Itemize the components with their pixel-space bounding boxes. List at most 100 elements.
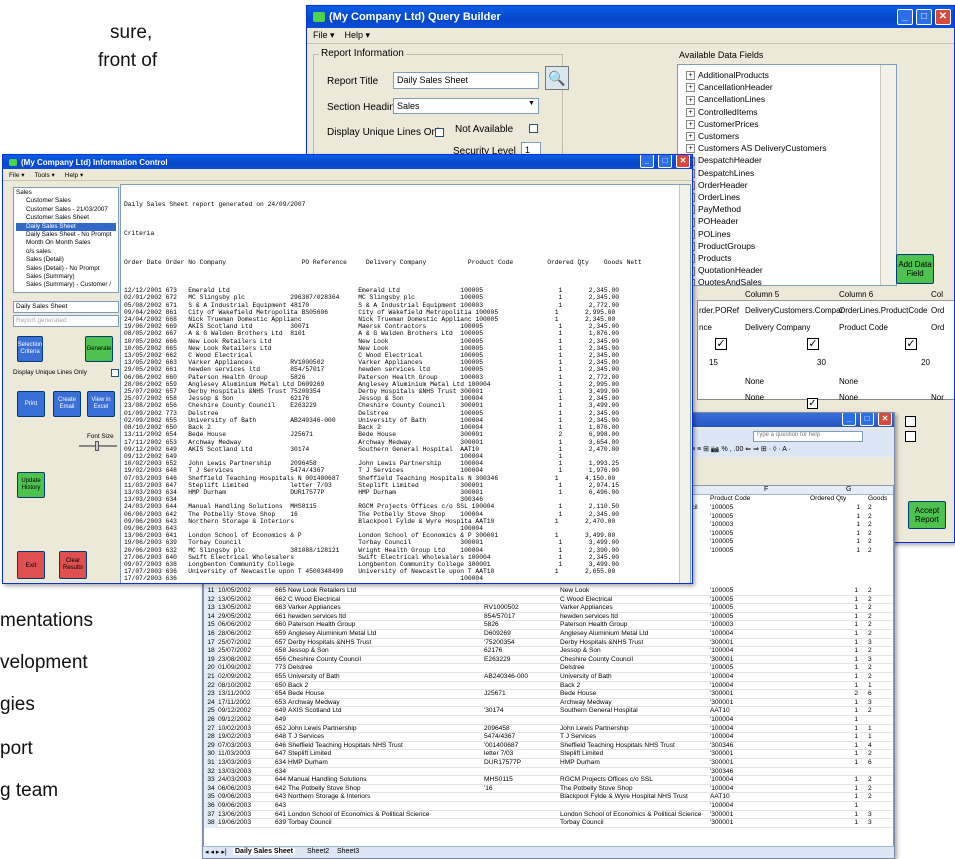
generate-button[interactable]: Generate xyxy=(85,336,113,362)
tree-item[interactable]: Customer Sales xyxy=(16,197,116,205)
grid-row-2-cell[interactable]: Product Code xyxy=(839,323,888,332)
cell[interactable]: London School of Economics & Political S… xyxy=(288,811,480,820)
menu-help[interactable]: Help ▾ xyxy=(345,30,371,41)
cell[interactable]: 646 xyxy=(268,742,288,751)
grid-header-cell[interactable]: Col xyxy=(931,290,943,299)
cell[interactable]: 1 xyxy=(830,604,860,613)
not-available-checkbox[interactable] xyxy=(529,124,538,133)
cell[interactable]: '100005 xyxy=(710,547,733,556)
cell[interactable]: 3 xyxy=(868,819,893,828)
menu-file[interactable]: File ▾ xyxy=(313,30,335,41)
cell[interactable]: hewden services ltd xyxy=(288,613,480,622)
cell[interactable]: 14 xyxy=(204,612,218,622)
field-item[interactable]: +Products xyxy=(686,252,896,264)
cell[interactable]: 1 xyxy=(830,613,860,622)
cell[interactable]: 2 xyxy=(868,793,893,802)
cell[interactable]: '100004 xyxy=(710,682,820,691)
cell[interactable]: '100005 xyxy=(710,504,733,513)
cell[interactable]: 665 xyxy=(268,587,288,596)
cell[interactable]: 655 xyxy=(268,673,288,682)
cell[interactable]: 2 xyxy=(868,673,893,682)
excel-close-icon[interactable]: ✕ xyxy=(878,413,892,426)
cell[interactable]: 643 xyxy=(268,793,288,802)
cell[interactable]: 1 xyxy=(830,587,860,596)
update-history-button[interactable]: Update History xyxy=(17,472,45,498)
cell[interactable]: '300001 xyxy=(710,699,820,708)
cell[interactable]: 1 xyxy=(830,664,860,673)
cell[interactable]: 639 xyxy=(268,819,288,828)
cell[interactable]: 30 xyxy=(204,750,218,759)
cell[interactable]: AB240346-000 xyxy=(484,673,560,682)
cell[interactable]: 2 xyxy=(830,690,860,699)
cell[interactable]: 1 xyxy=(830,707,860,716)
cell[interactable]: Bede House xyxy=(288,690,480,699)
cell[interactable]: 647 xyxy=(268,750,288,759)
cell[interactable]: 11/03/2003 xyxy=(218,750,268,759)
cell[interactable]: 649 xyxy=(268,716,288,725)
cell[interactable]: 13/05/2002 xyxy=(218,596,268,605)
field-item[interactable]: +OrderHeader xyxy=(686,179,896,191)
grid-row-2-cell[interactable]: Ord xyxy=(931,323,944,332)
cell[interactable]: 28/06/2002 xyxy=(218,630,268,639)
cell[interactable]: University of Bath xyxy=(560,673,708,682)
cell[interactable]: 1 xyxy=(830,802,860,811)
cell[interactable]: 634 xyxy=(268,768,288,777)
cell[interactable]: Paterson Health Group xyxy=(560,621,708,630)
section-heading-select[interactable]: Sales xyxy=(393,98,539,114)
expand-icon[interactable]: + xyxy=(686,120,695,130)
cell[interactable]: Anglesey Aluminium Metal Ltd xyxy=(560,630,708,639)
cell[interactable]: 2 xyxy=(868,504,872,513)
cell[interactable]: John Lewis Partnership xyxy=(560,725,708,734)
cell[interactable]: 25/07/2002 xyxy=(218,639,268,648)
cell[interactable]: 5474/4367 xyxy=(484,733,560,742)
cell[interactable]: 3 xyxy=(868,639,893,648)
minimize-icon[interactable]: _ xyxy=(640,155,654,168)
cell[interactable]: 662 xyxy=(268,596,288,605)
cell[interactable]: Archway Medway xyxy=(560,699,708,708)
cell[interactable]: 2 xyxy=(868,604,893,613)
cell[interactable]: 657 xyxy=(268,639,288,648)
cell[interactable]: '300001 xyxy=(710,639,820,648)
cell[interactable]: 6 xyxy=(868,690,893,699)
field-item[interactable]: +QuotationHeader xyxy=(686,264,896,276)
cell[interactable]: 24 xyxy=(204,698,218,708)
column-g-header[interactable]: G xyxy=(846,486,851,493)
grid-row-4-cell[interactable]: 20 xyxy=(921,358,930,367)
cell[interactable]: 1 xyxy=(830,682,860,691)
cell[interactable]: DUR17577P xyxy=(484,759,560,768)
cell[interactable]: 2 xyxy=(868,750,893,759)
field-item[interactable]: +POLines xyxy=(686,228,896,240)
cell[interactable]: Blackpool Fylde & Wyre Hospital NHS Trus… xyxy=(560,793,708,802)
cell[interactable]: 13/03/2003 xyxy=(218,768,268,777)
cell[interactable]: T J Services xyxy=(288,733,480,742)
cell[interactable]: 06/06/2003 xyxy=(218,785,268,794)
selection-criteria-button[interactable]: Selection Criteria xyxy=(17,336,43,362)
grid-checkbox[interactable]: ✓ xyxy=(715,338,727,350)
cell[interactable]: '100005 xyxy=(710,596,820,605)
cell[interactable]: 1 xyxy=(830,656,860,665)
cell[interactable]: letter 7/03 xyxy=(484,750,560,759)
cell[interactable]: 36 xyxy=(204,802,218,811)
cell[interactable]: '100005 xyxy=(710,530,733,539)
cell[interactable]: 21 xyxy=(204,673,218,682)
cell[interactable]: 1 xyxy=(830,621,860,630)
cell[interactable]: '100004 xyxy=(710,725,820,734)
field-item[interactable]: +PayMethod xyxy=(686,203,896,215)
cell[interactable]: 08/10/2002 xyxy=(218,682,268,691)
cell[interactable]: 35 xyxy=(204,793,218,802)
add-data-field-button[interactable]: Add Data Field xyxy=(896,254,934,284)
data-fields-tree[interactable]: + AdditionalProducts + CancellationHeader + C… xyxy=(677,64,897,286)
grid-row-2-cell[interactable]: Delivery Company xyxy=(745,323,810,332)
expand-icon[interactable]: + xyxy=(686,107,695,117)
cell[interactable]: '100003 xyxy=(710,521,733,530)
tree-item[interactable]: Daily Sales Sheet xyxy=(16,222,116,232)
excel-minimize-icon[interactable]: _ xyxy=(842,413,856,426)
cell[interactable]: '30174 xyxy=(484,707,560,716)
cell[interactable]: D609269 xyxy=(484,630,560,639)
cell[interactable]: 659 xyxy=(268,630,288,639)
maximize-icon[interactable]: □ xyxy=(916,9,932,25)
cell[interactable]: 1 xyxy=(830,596,860,605)
field-item[interactable]: +DespatchLines xyxy=(686,167,896,179)
cell[interactable]: 660 xyxy=(268,621,288,630)
tree-item[interactable]: Customer Sales - 21/03/2007 xyxy=(16,206,116,214)
